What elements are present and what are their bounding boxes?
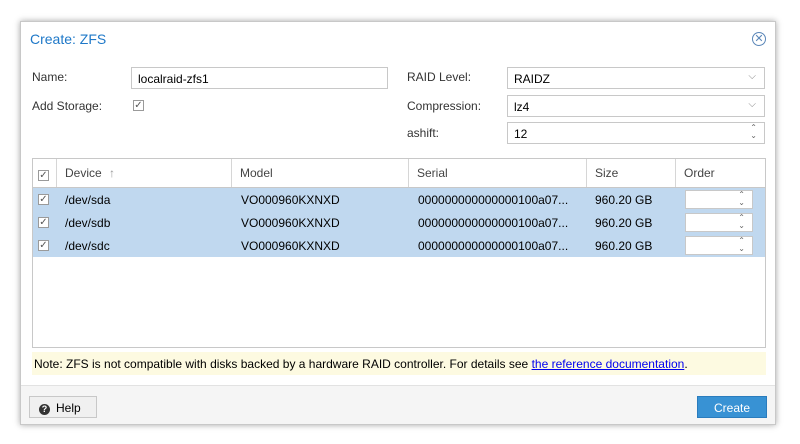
model-cell: VO000960KXNXD <box>241 216 340 230</box>
add-storage-checkbox[interactable]: ✓ <box>133 100 144 111</box>
row-checkbox[interactable]: ✓ <box>38 194 49 205</box>
spinner-arrows-icon[interactable]: ⌃ ⌄ <box>750 124 757 140</box>
ashift-label: ashift: <box>407 126 440 140</box>
name-label: Name: <box>32 70 68 84</box>
add-storage-label: Add Storage: <box>32 99 103 113</box>
select-all-column[interactable]: ✓ <box>33 159 57 187</box>
spinner-arrows-icon[interactable]: ⌃ ⌄ <box>738 237 745 253</box>
size-cell: 960.20 GB <box>595 216 653 230</box>
order-input[interactable]: ⌃ ⌄ <box>685 190 753 209</box>
row-checkbox[interactable]: ✓ <box>38 240 49 251</box>
create-button[interactable]: Create <box>697 396 767 418</box>
model-cell: VO000960KXNXD <box>241 193 340 207</box>
column-device-label: Device <box>65 166 102 180</box>
model-cell: VO000960KXNXD <box>241 239 340 253</box>
ashift-spinner[interactable]: 12 ⌃ ⌄ <box>507 122 765 144</box>
serial-cell: 000000000000000100a07... <box>418 193 569 207</box>
title-bar: Create: ZFS ✕ <box>21 22 775 57</box>
serial-cell: 000000000000000100a07... <box>418 216 569 230</box>
compression-label: Compression: <box>407 99 482 113</box>
row-checkbox[interactable]: ✓ <box>38 217 49 228</box>
table-row[interactable]: ✓ /dev/sdc VO000960KXNXD 000000000000000… <box>33 234 765 257</box>
dialog-footer: ? Help Create <box>21 385 775 424</box>
compression-value: lz4 <box>514 100 530 114</box>
order-input[interactable]: ⌃ ⌄ <box>685 213 753 232</box>
sort-up-icon: ↑ <box>109 166 116 180</box>
ashift-value: 12 <box>514 127 528 141</box>
column-header-model[interactable]: Model <box>232 159 409 187</box>
device-cell: /dev/sdc <box>65 239 110 253</box>
size-cell: 960.20 GB <box>595 239 653 253</box>
table-row[interactable]: ✓ /dev/sda VO000960KXNXD 000000000000000… <box>33 188 765 211</box>
help-label: Help <box>56 401 81 415</box>
dialog-title: Create: ZFS <box>30 31 107 47</box>
column-header-serial[interactable]: Serial <box>409 159 587 187</box>
spinner-arrows-icon[interactable]: ⌃ ⌄ <box>738 191 745 207</box>
raid-level-select[interactable]: RAIDZ ⌵ <box>507 67 765 89</box>
chevron-down-icon: ⌵ <box>748 99 756 110</box>
column-header-order[interactable]: Order <box>676 159 765 187</box>
grid-header: ✓ Device ↑ Model Serial Size Order <box>33 159 765 188</box>
device-cell: /dev/sda <box>65 193 111 207</box>
column-header-device[interactable]: Device ↑ <box>57 159 232 187</box>
help-icon: ? <box>39 404 50 415</box>
size-cell: 960.20 GB <box>595 193 653 207</box>
spinner-arrows-icon[interactable]: ⌃ ⌄ <box>738 214 745 230</box>
help-button[interactable]: ? Help <box>29 396 97 418</box>
chevron-down-icon: ⌵ <box>748 71 756 82</box>
device-cell: /dev/sdb <box>65 216 111 230</box>
name-input[interactable]: localraid-zfs1 <box>131 67 388 89</box>
select-all-checkbox[interactable]: ✓ <box>38 170 49 181</box>
raid-level-label: RAID Level: <box>407 70 472 84</box>
note-suffix: . <box>684 357 688 371</box>
compression-select[interactable]: lz4 ⌵ <box>507 95 765 117</box>
disk-grid: ✓ Device ↑ Model Serial Size Order ✓ /de… <box>32 158 766 348</box>
reference-documentation-link[interactable]: the reference documentation <box>532 357 685 371</box>
column-header-size[interactable]: Size <box>587 159 676 187</box>
create-zfs-dialog: Create: ZFS ✕ Name: localraid-zfs1 Add S… <box>20 21 776 425</box>
raid-warning-note: Note: ZFS is not compatible with disks b… <box>32 352 766 375</box>
raid-level-value: RAIDZ <box>514 72 550 86</box>
serial-cell: 000000000000000100a07... <box>418 239 569 253</box>
table-row[interactable]: ✓ /dev/sdb VO000960KXNXD 000000000000000… <box>33 211 765 234</box>
close-icon[interactable]: ✕ <box>752 32 766 46</box>
note-text: Note: ZFS is not compatible with disks b… <box>34 357 532 371</box>
order-input[interactable]: ⌃ ⌄ <box>685 236 753 255</box>
